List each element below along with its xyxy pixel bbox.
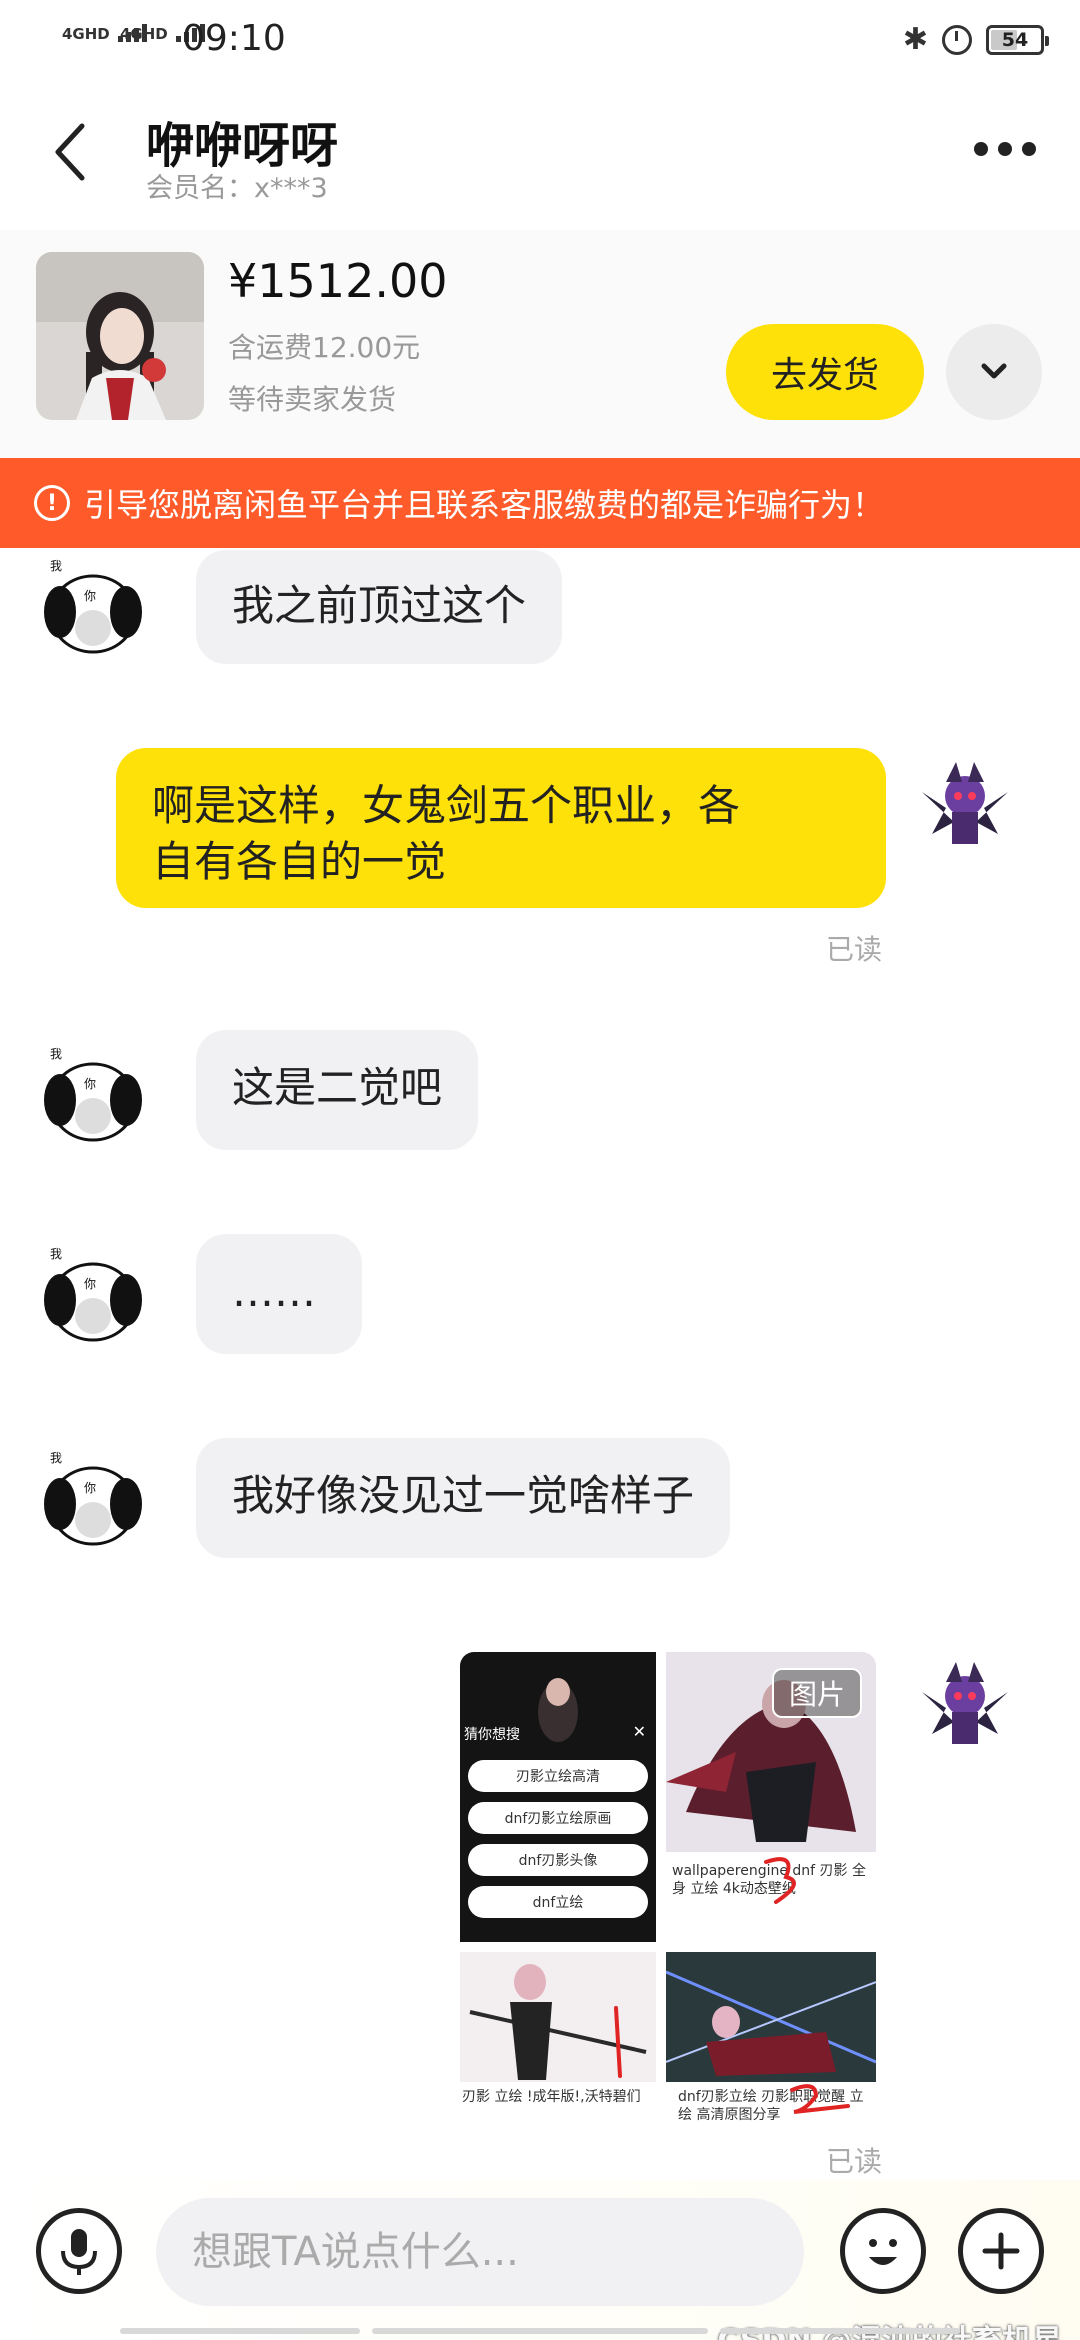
read-receipt: 已读 bbox=[826, 933, 883, 966]
message-text: 我之前顶过这个 bbox=[232, 581, 527, 630]
status-bar: 4GHD 4GHD 09:10 ✱ 54 bbox=[0, 0, 1080, 80]
my-avatar[interactable] bbox=[912, 1652, 1018, 1758]
emoji-button[interactable] bbox=[840, 2208, 926, 2294]
ship-button[interactable]: 去发货 bbox=[726, 324, 924, 420]
read-receipt: 已读 bbox=[826, 2145, 883, 2178]
system-icons: ✱ 54 bbox=[902, 22, 1049, 57]
svg-text:我: 我 bbox=[50, 1247, 62, 1261]
more-dots-icon[interactable] bbox=[974, 142, 1036, 156]
battery-level: 54 bbox=[1001, 28, 1029, 51]
plus-icon bbox=[982, 2232, 1020, 2270]
search-suggestion-pill: dnf刃影立绘原画 bbox=[468, 1802, 648, 1834]
search-suggestion-pill: dnf立绘 bbox=[468, 1886, 648, 1918]
contact-avatar[interactable]: 我 你 bbox=[38, 1040, 148, 1150]
message-text-line-2: 自有各自的一觉 bbox=[152, 837, 447, 886]
voice-button[interactable] bbox=[36, 2208, 122, 2294]
signal-2-label: 4GHD bbox=[120, 25, 168, 43]
svg-text:你: 你 bbox=[84, 1481, 96, 1495]
emoji-icon bbox=[869, 2239, 897, 2265]
order-status: 等待卖家发货 bbox=[228, 383, 397, 416]
fraud-warning-banner: ! 引导您脱离闲鱼平台并且联系客服缴费的都是诈骗行为！ bbox=[0, 458, 1080, 548]
expand-button[interactable] bbox=[946, 324, 1042, 420]
gesture-bar-segment bbox=[372, 2328, 708, 2334]
svg-text:我: 我 bbox=[50, 559, 62, 573]
image-caption: 刃影 立绘 !成年版!,沃特碧们 bbox=[462, 2089, 641, 2105]
message-bubble-outgoing[interactable]: 啊是这样，女鬼剑五个职业，各 自有各自的一觉 bbox=[116, 748, 886, 908]
message-input[interactable] bbox=[156, 2198, 804, 2306]
gesture-bar-segment bbox=[120, 2328, 360, 2334]
message-text: …… bbox=[232, 1267, 316, 1316]
signal-1-label: 4GHD bbox=[62, 25, 110, 43]
search-suggestion-title: 猜你想搜 bbox=[464, 1727, 520, 1743]
close-icon: ✕ bbox=[632, 1722, 646, 1741]
image-message[interactable]: 猜你想搜 ✕ 刃影立绘高清 dnf刃影立绘原画 dnf刃影头像 dnf立绘 wa… bbox=[460, 1652, 876, 2122]
message-text-line-1: 啊是这样，女鬼剑五个职业，各 bbox=[152, 781, 741, 830]
contact-avatar[interactable]: 我 你 bbox=[38, 552, 148, 662]
svg-text:你: 你 bbox=[84, 1277, 96, 1291]
warning-circle-icon: ! bbox=[34, 485, 70, 521]
my-avatar[interactable] bbox=[912, 752, 1018, 858]
chat-header: 咿咿呀呀 会员名：x***3 bbox=[0, 80, 1080, 230]
red-mark-2 bbox=[790, 2084, 850, 2114]
shipping-fee: 含运费12.00元 bbox=[228, 331, 421, 364]
message-bubble-incoming[interactable]: 我好像没见过一觉啥样子 bbox=[196, 1438, 731, 1558]
message-bubble-incoming[interactable]: …… bbox=[196, 1234, 362, 1354]
image-cell-art-2: 刃影 立绘 !成年版!,沃特碧们 bbox=[460, 1952, 656, 2122]
image-cell-search-panel: 猜你想搜 ✕ 刃影立绘高清 dnf刃影立绘原画 dnf刃影头像 dnf立绘 bbox=[460, 1652, 656, 1942]
red-mark-3 bbox=[764, 1857, 796, 1904]
svg-text:你: 你 bbox=[84, 1077, 96, 1091]
product-price: ¥1512.00 bbox=[228, 254, 448, 308]
message-bubble-incoming[interactable]: 这是二觉吧 bbox=[196, 1030, 479, 1150]
search-suggestion-pill: 刃影立绘高清 bbox=[468, 1760, 648, 1792]
microphone-icon bbox=[61, 2229, 97, 2275]
gesture-bar-segment bbox=[720, 2328, 960, 2334]
member-name: 会员名：x***3 bbox=[146, 173, 328, 204]
red-mark-1 bbox=[614, 2006, 622, 2078]
contact-avatar[interactable]: 我 你 bbox=[38, 1240, 148, 1350]
product-thumbnail[interactable] bbox=[36, 252, 204, 420]
battery-icon: 54 bbox=[986, 24, 1049, 55]
message-text: 这是二觉吧 bbox=[232, 1063, 443, 1112]
image-cell-art-3: dnf刃影立绘 刃影职职觉醒 立绘 高清原图分享 bbox=[666, 1952, 876, 2122]
back-arrow-icon[interactable] bbox=[52, 122, 88, 182]
search-suggestion-pill: dnf刃影头像 bbox=[468, 1844, 648, 1876]
message-text: 我好像没见过一觉啥样子 bbox=[232, 1471, 695, 1520]
clock: 09:10 bbox=[182, 18, 286, 59]
warning-text: 引导您脱离闲鱼平台并且联系客服缴费的都是诈骗行为！ bbox=[84, 486, 885, 524]
contact-avatar[interactable]: 我 你 bbox=[38, 1444, 148, 1554]
message-bubble-incoming[interactable]: 我之前顶过这个 bbox=[196, 550, 563, 664]
more-actions-button[interactable] bbox=[958, 2208, 1044, 2294]
image-tag: 图片 bbox=[772, 1668, 862, 1718]
product-card[interactable]: ¥1512.00 含运费12.00元 等待卖家发货 去发货 bbox=[0, 230, 1080, 458]
svg-text:我: 我 bbox=[50, 1047, 62, 1061]
bluetooth-icon: ✱ bbox=[902, 22, 928, 57]
svg-text:你: 你 bbox=[84, 589, 96, 603]
alarm-icon bbox=[942, 24, 972, 55]
chevron-down-icon bbox=[981, 363, 1007, 379]
svg-text:我: 我 bbox=[50, 1451, 62, 1465]
